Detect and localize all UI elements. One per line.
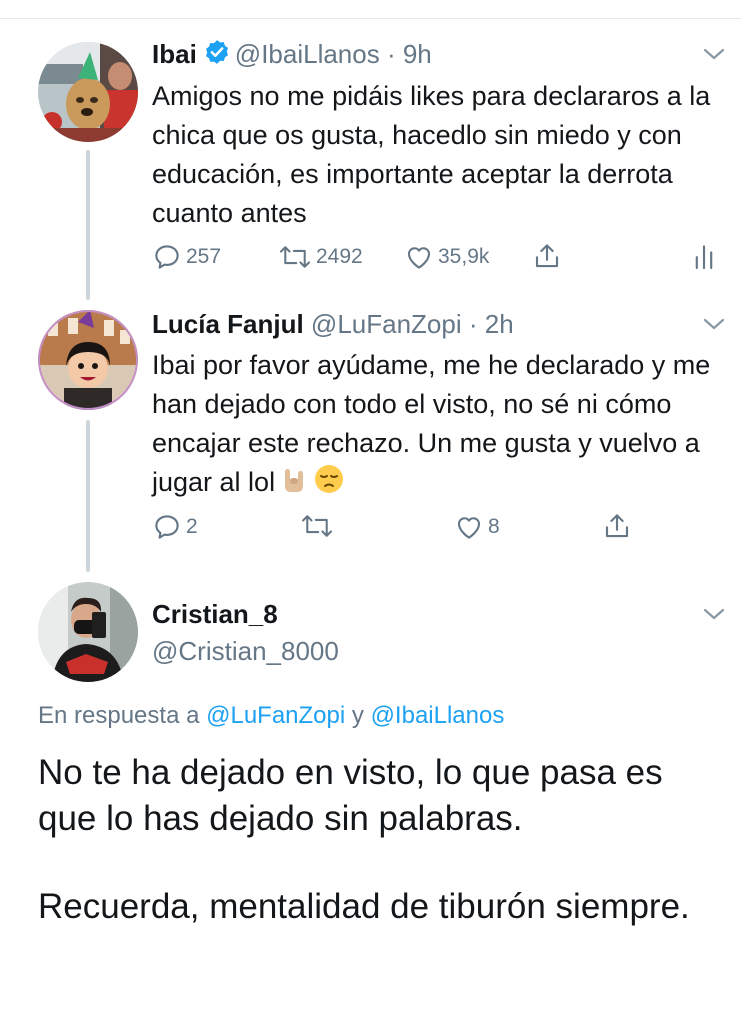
tweet-paragraph-1: No te ha dejado en visto, lo que pasa es… [38,753,663,838]
retweet-count: 2492 [316,245,363,268]
chevron-down-icon[interactable] [702,46,726,62]
thread-line-2 [86,420,90,572]
tweet-time[interactable]: · 2h [469,309,514,339]
author-handle[interactable]: @Cristian_8000 [152,636,339,666]
avatar-lucia[interactable] [38,310,138,410]
like-count: 8 [488,515,500,538]
reply-bubble-icon [155,515,179,539]
replying-to-line: En respuesta a @LuFanZopi y @IbaiLlanos [38,700,504,732]
mention-lufanzopi[interactable]: @LuFanZopi [206,702,345,729]
tweet-text-content: Ibai por favor ayúdame, me he declarado … [152,350,711,497]
retweet-button[interactable]: 2492 [278,241,363,273]
author-name[interactable]: Cristian_8 [152,599,278,629]
mention-ibaillanos[interactable]: @IbaiLlanos [371,702,505,729]
reply-button[interactable]: 2 [152,511,198,543]
author-name[interactable]: Lucía Fanjul [152,309,304,339]
reply-joiner: y [351,702,364,729]
like-button[interactable]: 35,9k [404,241,489,273]
tweet-text: Amigos no me pidáis likes para declararo… [152,81,711,228]
tweet-actions: 2 8 [152,511,727,543]
retweet-icon [280,246,310,268]
avatar-cristian-image [38,582,138,682]
reply-prefix: En respuesta a [38,702,200,729]
reply-count: 2 [186,515,198,538]
author-handle[interactable]: @IbaiLlanos [235,39,380,69]
heart-icon [457,517,481,539]
analytics-icon [695,245,713,270]
heart-icon [407,247,431,269]
share-button[interactable] [532,241,566,271]
like-count: 35,9k [438,245,490,268]
retweet-icon [302,515,332,537]
share-button[interactable] [602,511,636,541]
author-handle[interactable]: @LuFanZopi [311,309,462,339]
avatar-ibai-image [38,42,138,142]
author-handle-row: @Cristian_8000 [152,635,339,667]
top-divider [0,18,741,19]
tweet-actions: 257 2492 35,9k [152,241,727,273]
tweet-time[interactable]: · 9h [387,39,432,69]
tweet-text: Ibai por favor ayúdame, me he declarado … [152,346,727,506]
reply-button[interactable]: 257 [152,241,221,273]
rock-hand-emoji-icon [279,465,309,506]
avatar-ibai[interactable] [38,42,138,142]
like-button[interactable]: 8 [454,511,500,543]
retweet-button[interactable] [300,511,338,541]
share-icon [605,514,629,538]
tweet-header-lucia: Lucía Fanjul @LuFanZopi · 2h [152,308,514,340]
author-name[interactable]: Ibai [152,39,197,69]
avatar-cristian[interactable] [38,582,138,682]
tweet-header-cristian: Cristian_8 [152,598,278,630]
tweet-header-ibai: Ibai @IbaiLlanos · 9h [152,38,432,73]
avatar-lucia-image [38,310,138,410]
tweet-paragraph-2: Recuerda, mentalidad de tiburón siempre. [38,887,690,926]
verified-badge-icon [203,38,231,73]
share-icon [535,244,559,268]
pensive-face-emoji-icon [313,463,345,506]
thread-line-1 [86,150,90,300]
chevron-down-icon[interactable] [702,606,726,622]
chevron-down-icon[interactable] [702,316,726,332]
reply-count: 257 [186,245,222,268]
reply-bubble-icon [155,245,179,269]
analytics-button[interactable] [692,241,720,271]
